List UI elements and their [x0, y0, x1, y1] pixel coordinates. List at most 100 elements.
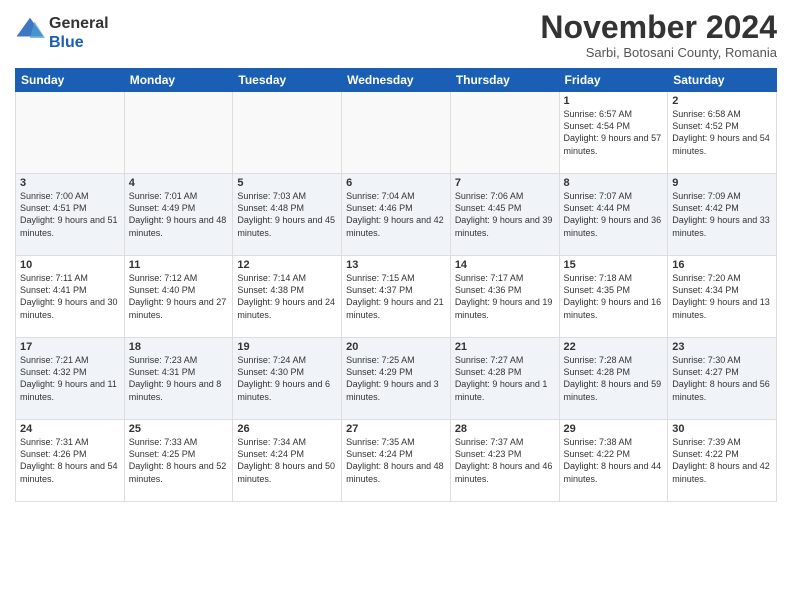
- day-info: Sunrise: 7:18 AM Sunset: 4:35 PM Dayligh…: [564, 272, 664, 321]
- day-info: Sunrise: 7:12 AM Sunset: 4:40 PM Dayligh…: [129, 272, 229, 321]
- day-cell-21: 21Sunrise: 7:27 AM Sunset: 4:28 PM Dayli…: [450, 338, 559, 420]
- day-header-tuesday: Tuesday: [233, 69, 342, 92]
- day-info: Sunrise: 7:39 AM Sunset: 4:22 PM Dayligh…: [672, 436, 772, 485]
- title-block: November 2024 Sarbi, Botosani County, Ro…: [540, 10, 777, 60]
- day-header-thursday: Thursday: [450, 69, 559, 92]
- calendar-table: SundayMondayTuesdayWednesdayThursdayFrid…: [15, 68, 777, 502]
- day-number: 14: [455, 259, 555, 271]
- day-info: Sunrise: 7:15 AM Sunset: 4:37 PM Dayligh…: [346, 272, 446, 321]
- day-number: 23: [672, 341, 772, 353]
- week-row-5: 24Sunrise: 7:31 AM Sunset: 4:26 PM Dayli…: [16, 420, 777, 502]
- day-number: 3: [20, 177, 120, 189]
- day-number: 2: [672, 95, 772, 107]
- day-header-monday: Monday: [124, 69, 233, 92]
- day-cell-19: 19Sunrise: 7:24 AM Sunset: 4:30 PM Dayli…: [233, 338, 342, 420]
- day-number: 15: [564, 259, 664, 271]
- logo-blue: Blue: [49, 34, 84, 51]
- week-row-3: 10Sunrise: 7:11 AM Sunset: 4:41 PM Dayli…: [16, 256, 777, 338]
- day-info: Sunrise: 7:09 AM Sunset: 4:42 PM Dayligh…: [672, 190, 772, 239]
- day-info: Sunrise: 7:01 AM Sunset: 4:49 PM Dayligh…: [129, 190, 229, 239]
- day-cell-23: 23Sunrise: 7:30 AM Sunset: 4:27 PM Dayli…: [668, 338, 777, 420]
- day-number: 7: [455, 177, 555, 189]
- day-number: 6: [346, 177, 446, 189]
- month-title: November 2024: [540, 10, 777, 45]
- day-info: Sunrise: 7:17 AM Sunset: 4:36 PM Dayligh…: [455, 272, 555, 321]
- day-cell-24: 24Sunrise: 7:31 AM Sunset: 4:26 PM Dayli…: [16, 420, 125, 502]
- day-cell-10: 10Sunrise: 7:11 AM Sunset: 4:41 PM Dayli…: [16, 256, 125, 338]
- day-cell-empty-0-3: [342, 92, 451, 174]
- day-header-wednesday: Wednesday: [342, 69, 451, 92]
- day-info: Sunrise: 7:00 AM Sunset: 4:51 PM Dayligh…: [20, 190, 120, 239]
- day-info: Sunrise: 7:33 AM Sunset: 4:25 PM Dayligh…: [129, 436, 229, 485]
- day-info: Sunrise: 7:31 AM Sunset: 4:26 PM Dayligh…: [20, 436, 120, 485]
- day-number: 5: [237, 177, 337, 189]
- day-number: 16: [672, 259, 772, 271]
- day-info: Sunrise: 7:37 AM Sunset: 4:23 PM Dayligh…: [455, 436, 555, 485]
- day-number: 8: [564, 177, 664, 189]
- day-cell-25: 25Sunrise: 7:33 AM Sunset: 4:25 PM Dayli…: [124, 420, 233, 502]
- day-cell-7: 7Sunrise: 7:06 AM Sunset: 4:45 PM Daylig…: [450, 174, 559, 256]
- logo-icon: [15, 14, 45, 44]
- day-number: 30: [672, 423, 772, 435]
- day-number: 24: [20, 423, 120, 435]
- day-info: Sunrise: 7:28 AM Sunset: 4:28 PM Dayligh…: [564, 354, 664, 403]
- day-info: Sunrise: 7:25 AM Sunset: 4:29 PM Dayligh…: [346, 354, 446, 403]
- day-info: Sunrise: 7:20 AM Sunset: 4:34 PM Dayligh…: [672, 272, 772, 321]
- day-cell-20: 20Sunrise: 7:25 AM Sunset: 4:29 PM Dayli…: [342, 338, 451, 420]
- day-cell-empty-0-4: [450, 92, 559, 174]
- day-info: Sunrise: 7:38 AM Sunset: 4:22 PM Dayligh…: [564, 436, 664, 485]
- day-header-sunday: Sunday: [16, 69, 125, 92]
- day-cell-9: 9Sunrise: 7:09 AM Sunset: 4:42 PM Daylig…: [668, 174, 777, 256]
- day-info: Sunrise: 7:27 AM Sunset: 4:28 PM Dayligh…: [455, 354, 555, 403]
- day-cell-4: 4Sunrise: 7:01 AM Sunset: 4:49 PM Daylig…: [124, 174, 233, 256]
- day-cell-empty-0-2: [233, 92, 342, 174]
- day-number: 22: [564, 341, 664, 353]
- day-cell-17: 17Sunrise: 7:21 AM Sunset: 4:32 PM Dayli…: [16, 338, 125, 420]
- day-cell-14: 14Sunrise: 7:17 AM Sunset: 4:36 PM Dayli…: [450, 256, 559, 338]
- day-number: 25: [129, 423, 229, 435]
- day-number: 11: [129, 259, 229, 271]
- day-cell-13: 13Sunrise: 7:15 AM Sunset: 4:37 PM Dayli…: [342, 256, 451, 338]
- day-number: 27: [346, 423, 446, 435]
- day-number: 28: [455, 423, 555, 435]
- location-subtitle: Sarbi, Botosani County, Romania: [540, 45, 777, 60]
- day-cell-26: 26Sunrise: 7:34 AM Sunset: 4:24 PM Dayli…: [233, 420, 342, 502]
- day-number: 10: [20, 259, 120, 271]
- day-cell-18: 18Sunrise: 7:23 AM Sunset: 4:31 PM Dayli…: [124, 338, 233, 420]
- day-cell-8: 8Sunrise: 7:07 AM Sunset: 4:44 PM Daylig…: [559, 174, 668, 256]
- header: General Blue November 2024 Sarbi, Botosa…: [15, 10, 777, 60]
- day-cell-3: 3Sunrise: 7:00 AM Sunset: 4:51 PM Daylig…: [16, 174, 125, 256]
- day-info: Sunrise: 7:14 AM Sunset: 4:38 PM Dayligh…: [237, 272, 337, 321]
- day-number: 17: [20, 341, 120, 353]
- day-cell-2: 2Sunrise: 6:58 AM Sunset: 4:52 PM Daylig…: [668, 92, 777, 174]
- day-cell-12: 12Sunrise: 7:14 AM Sunset: 4:38 PM Dayli…: [233, 256, 342, 338]
- day-info: Sunrise: 7:04 AM Sunset: 4:46 PM Dayligh…: [346, 190, 446, 239]
- day-info: Sunrise: 6:57 AM Sunset: 4:54 PM Dayligh…: [564, 108, 664, 157]
- day-info: Sunrise: 7:11 AM Sunset: 4:41 PM Dayligh…: [20, 272, 120, 321]
- day-cell-29: 29Sunrise: 7:38 AM Sunset: 4:22 PM Dayli…: [559, 420, 668, 502]
- day-cell-11: 11Sunrise: 7:12 AM Sunset: 4:40 PM Dayli…: [124, 256, 233, 338]
- day-cell-27: 27Sunrise: 7:35 AM Sunset: 4:24 PM Dayli…: [342, 420, 451, 502]
- day-cell-1: 1Sunrise: 6:57 AM Sunset: 4:54 PM Daylig…: [559, 92, 668, 174]
- day-info: Sunrise: 6:58 AM Sunset: 4:52 PM Dayligh…: [672, 108, 772, 157]
- day-info: Sunrise: 7:23 AM Sunset: 4:31 PM Dayligh…: [129, 354, 229, 403]
- day-info: Sunrise: 7:06 AM Sunset: 4:45 PM Dayligh…: [455, 190, 555, 239]
- day-info: Sunrise: 7:07 AM Sunset: 4:44 PM Dayligh…: [564, 190, 664, 239]
- day-number: 26: [237, 423, 337, 435]
- day-number: 21: [455, 341, 555, 353]
- day-number: 19: [237, 341, 337, 353]
- day-cell-16: 16Sunrise: 7:20 AM Sunset: 4:34 PM Dayli…: [668, 256, 777, 338]
- day-cell-empty-0-1: [124, 92, 233, 174]
- day-info: Sunrise: 7:03 AM Sunset: 4:48 PM Dayligh…: [237, 190, 337, 239]
- week-row-4: 17Sunrise: 7:21 AM Sunset: 4:32 PM Dayli…: [16, 338, 777, 420]
- day-cell-empty-0-0: [16, 92, 125, 174]
- day-header-saturday: Saturday: [668, 69, 777, 92]
- day-info: Sunrise: 7:35 AM Sunset: 4:24 PM Dayligh…: [346, 436, 446, 485]
- day-number: 4: [129, 177, 229, 189]
- logo-general: General: [49, 15, 109, 32]
- day-cell-22: 22Sunrise: 7:28 AM Sunset: 4:28 PM Dayli…: [559, 338, 668, 420]
- day-number: 12: [237, 259, 337, 271]
- day-number: 29: [564, 423, 664, 435]
- day-cell-6: 6Sunrise: 7:04 AM Sunset: 4:46 PM Daylig…: [342, 174, 451, 256]
- day-number: 13: [346, 259, 446, 271]
